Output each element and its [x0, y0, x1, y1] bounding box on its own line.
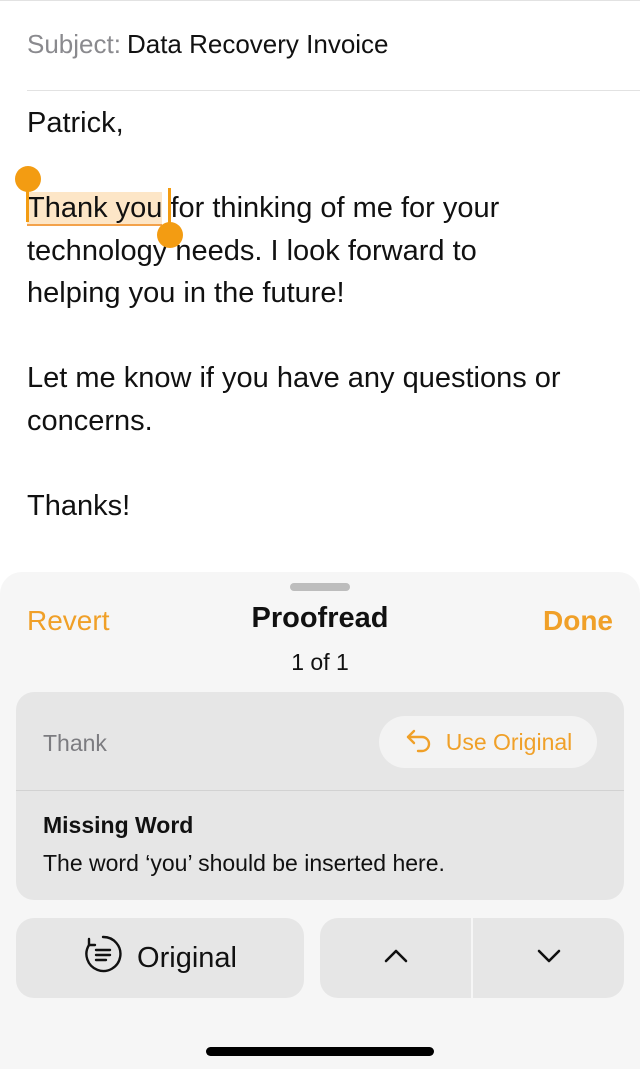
original-button[interactable]: Original: [16, 918, 304, 998]
undo-arrow-icon: [404, 724, 434, 760]
suggestion-card: Thank Use Original Missing Word The word…: [16, 692, 624, 900]
greeting: Patrick,: [27, 107, 124, 139]
list-circle-icon: [83, 934, 123, 982]
paragraph-1-line-1: for thinking of me for your: [162, 192, 500, 224]
chevron-up-icon: [381, 941, 411, 976]
paragraph-1-line-3: helping you in the future!: [27, 277, 345, 309]
sheet-grabber[interactable]: [290, 583, 350, 591]
chevron-down-icon: [534, 941, 564, 976]
use-original-label: Use Original: [445, 728, 573, 755]
signoff: Thanks!: [27, 489, 131, 522]
card-divider: [16, 790, 624, 791]
selection-end-handle[interactable]: [157, 222, 183, 248]
paragraph-2-line-2: concerns.: [27, 404, 153, 437]
suggestion-counter: 1 of 1: [291, 649, 349, 675]
use-original-button[interactable]: Use Original: [379, 716, 597, 768]
selection-end-bar: [168, 188, 171, 224]
next-suggestion-button[interactable]: [473, 918, 624, 998]
issue-description: The word ‘you’ should be inserted here.: [43, 850, 445, 876]
highlighted-text[interactable]: Thank you: [27, 192, 163, 226]
original-button-label: Original: [137, 941, 237, 974]
selection-start-handle[interactable]: [15, 166, 41, 192]
email-body[interactable]: Patrick, Thank you for thinking of me fo…: [27, 102, 627, 527]
subject-row[interactable]: Subject: Data Recovery Invoice: [27, 26, 389, 62]
home-indicator[interactable]: [206, 1047, 434, 1056]
top-divider: [0, 0, 640, 1]
paragraph-2-line-1: Let me know if you have any questions or: [27, 362, 561, 394]
subject-value[interactable]: Data Recovery Invoice: [127, 29, 389, 59]
subject-label: Subject:: [27, 29, 121, 59]
suggestion-word: Thank: [43, 730, 107, 756]
suggestion-nav: [320, 918, 624, 998]
paragraph-1-line-2: technology needs. I look forward to: [27, 234, 477, 267]
issue-title: Missing Word: [43, 812, 194, 838]
proofread-sheet: Revert Proofread 1 of 1 Done Thank Use O…: [0, 572, 640, 1069]
previous-suggestion-button[interactable]: [320, 918, 471, 998]
done-button[interactable]: Done: [543, 605, 613, 637]
subject-divider: [27, 90, 640, 91]
paragraph-1: Thank you for thinking of me for your: [27, 187, 627, 230]
